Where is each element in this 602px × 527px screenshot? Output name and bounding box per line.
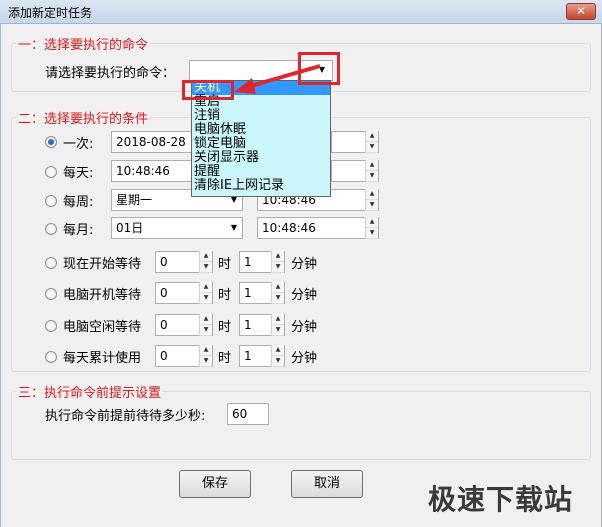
- radio-wait-boot[interactable]: [45, 288, 57, 300]
- cancel-button[interactable]: 取消: [291, 470, 363, 498]
- monthly-time-field[interactable]: 10:48:46: [257, 217, 379, 239]
- daily-usage-hours-spinner[interactable]: ▲ ▼: [199, 345, 212, 367]
- close-button[interactable]: ✕: [566, 3, 596, 20]
- wait-idle-minutes-spinner[interactable]: ▲ ▼: [271, 314, 284, 336]
- wait-idle-label: 电脑空闲等待: [63, 320, 142, 335]
- once-date-field[interactable]: 2018-08-28: [111, 131, 193, 153]
- watermark-logo: 极速下载站: [428, 483, 574, 516]
- hour-unit: 时: [218, 257, 232, 272]
- radio-wait-idle[interactable]: [45, 320, 57, 332]
- monthly-time-spinner[interactable]: ▲ ▼: [365, 217, 378, 239]
- minute-unit: 分钟: [291, 320, 318, 335]
- dropdown-option-clear-ie[interactable]: 清除IE上网记录: [192, 179, 330, 193]
- weekly-label: 每周:: [63, 195, 94, 210]
- minute-unit: 分钟: [291, 288, 318, 303]
- radio-once[interactable]: [45, 136, 57, 148]
- monthly-day-select[interactable]: 01日: [111, 217, 243, 239]
- dropdown-option-display-off[interactable]: 关闭显示器: [192, 151, 330, 165]
- highlight-box-option: [182, 80, 234, 100]
- once-label: 一次:: [63, 137, 94, 152]
- prompt-seconds-label: 执行命令前提前待待多少秒:: [45, 409, 206, 424]
- weekly-time-spinner[interactable]: ▲ ▼: [365, 189, 378, 211]
- title-bar: 添加新定时任务 ✕: [0, 0, 602, 24]
- daily-time-field[interactable]: 10:48:46: [111, 160, 193, 182]
- dropdown-option-logoff[interactable]: 注销: [192, 109, 330, 123]
- command-label: 请选择要执行的命令：: [45, 66, 176, 81]
- annotation-arrow-icon: [234, 64, 321, 94]
- condition-group-legend: 二：选择要执行的条件: [18, 112, 149, 127]
- window-title: 添加新定时任务: [8, 6, 93, 20]
- wait-boot-label: 电脑开机等待: [63, 288, 142, 303]
- radio-daily-usage[interactable]: [45, 351, 57, 363]
- wait-boot-hours-spinner[interactable]: ▲ ▼: [199, 282, 212, 304]
- hour-unit: 时: [218, 288, 232, 303]
- monthly-label: 每月:: [63, 223, 94, 238]
- minute-unit: 分钟: [291, 351, 318, 366]
- radio-daily[interactable]: [45, 166, 57, 178]
- wait-boot-minutes-spinner[interactable]: ▲ ▼: [271, 282, 284, 304]
- once-time-spinner[interactable]: ▲ ▼: [365, 131, 378, 153]
- daily-usage-label: 每天累计使用: [63, 351, 142, 366]
- minute-unit: 分钟: [291, 257, 318, 272]
- hour-unit: 时: [218, 351, 232, 366]
- dropdown-option-lock[interactable]: 锁定电脑: [192, 137, 330, 151]
- chevron-down-icon[interactable]: ▼: [227, 219, 241, 237]
- radio-monthly[interactable]: [45, 223, 57, 235]
- daily-time-spinner[interactable]: ▲ ▼: [365, 160, 378, 182]
- command-group-legend: 一：选择要执行的命令: [18, 38, 149, 53]
- dropdown-option-sleep[interactable]: 电脑休眠: [192, 123, 330, 137]
- hour-unit: 时: [218, 320, 232, 335]
- wait-now-minutes-spinner[interactable]: ▲ ▼: [271, 251, 284, 273]
- wait-now-label: 现在开始等待: [63, 257, 142, 272]
- daily-label: 每天:: [63, 166, 94, 181]
- prompt-group-legend: 三：执行命令前提示设置: [18, 386, 162, 401]
- wait-now-hours-spinner[interactable]: ▲ ▼: [199, 251, 212, 273]
- prompt-seconds-field[interactable]: 60: [227, 403, 269, 425]
- radio-wait-now[interactable]: [45, 257, 57, 269]
- radio-weekly[interactable]: [45, 195, 57, 207]
- wait-idle-hours-spinner[interactable]: ▲ ▼: [199, 314, 212, 336]
- dropdown-option-remind[interactable]: 提醒: [192, 165, 330, 179]
- daily-usage-minutes-spinner[interactable]: ▲ ▼: [271, 345, 284, 367]
- save-button[interactable]: 保存: [179, 470, 251, 498]
